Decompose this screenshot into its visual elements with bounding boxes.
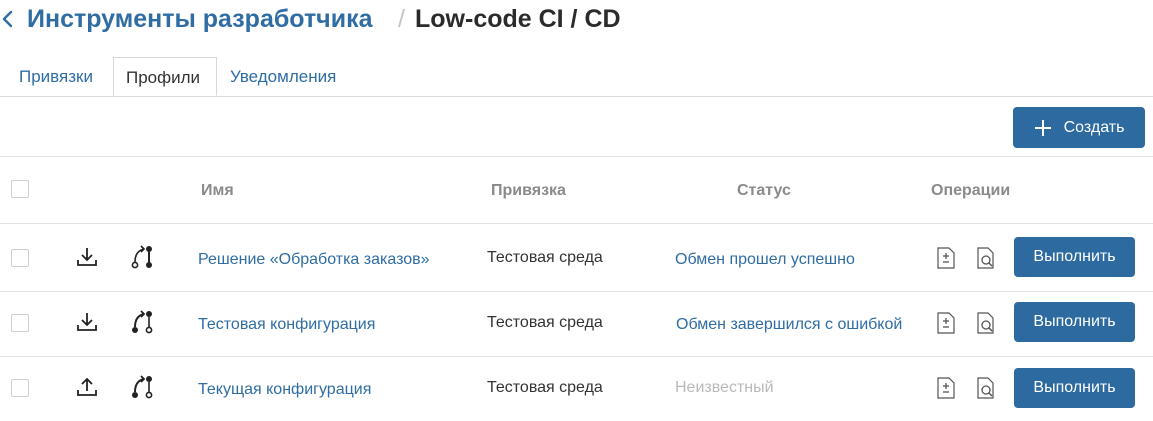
diff-file-icon[interactable] (936, 377, 956, 399)
run-button[interactable]: Выполнить (1014, 302, 1135, 342)
row-divider (0, 356, 1153, 357)
column-header-status[interactable]: Статус (737, 181, 791, 201)
row-checkbox[interactable] (11, 314, 29, 332)
plus-icon (1034, 119, 1051, 136)
profile-binding: Тестовая среда (487, 249, 603, 266)
profile-binding: Тестовая среда (487, 379, 603, 396)
header-divider (0, 223, 1153, 224)
run-button[interactable]: Выполнить (1014, 368, 1135, 408)
profile-status: Обмен завершился с ошибкой (676, 316, 903, 333)
row-checkbox[interactable] (11, 379, 29, 397)
download-icon (77, 313, 97, 331)
breadcrumb-parent[interactable]: Инструменты разработчика (27, 4, 372, 34)
profile-binding: Тестовая среда (487, 314, 603, 331)
branch-icon (132, 310, 153, 334)
tabs-divider (0, 96, 1153, 97)
profile-status: Обмен прошел успешно (675, 251, 855, 268)
upload-icon (77, 377, 97, 396)
file-search-icon[interactable] (976, 247, 996, 269)
tab-bindings[interactable]: Привязки (19, 57, 93, 96)
tab-profiles[interactable]: Профили (113, 57, 217, 96)
column-header-name[interactable]: Имя (201, 181, 234, 201)
tab-notifications[interactable]: Уведомления (230, 57, 336, 96)
diff-file-icon[interactable] (936, 312, 956, 334)
file-search-icon[interactable] (976, 312, 996, 334)
breadcrumb-separator: / (398, 5, 405, 33)
column-header-binding[interactable]: Привязка (491, 181, 566, 201)
row-divider (0, 291, 1153, 292)
branch-icon (131, 245, 152, 269)
diff-file-icon[interactable] (936, 247, 956, 269)
download-icon (77, 248, 97, 266)
branch-icon (132, 375, 153, 399)
profile-name-link[interactable]: Текущая конфигурация (198, 380, 371, 400)
column-header-operations: Операции (931, 182, 1011, 199)
back-arrow-icon[interactable] (0, 8, 16, 30)
row-checkbox[interactable] (11, 249, 29, 267)
file-search-icon[interactable] (976, 377, 996, 399)
profile-name-link[interactable]: Решение «Обработка заказов» (198, 250, 430, 270)
table-top-divider (0, 156, 1153, 157)
run-button[interactable]: Выполнить (1014, 237, 1135, 277)
profile-status: Неизвестный (675, 379, 774, 396)
select-all-checkbox[interactable] (11, 180, 29, 198)
page-title: Low-code CI / CD (415, 5, 621, 33)
create-button[interactable]: Создать (1013, 107, 1145, 148)
profile-name-link[interactable]: Тестовая конфигурация (198, 315, 375, 335)
create-button-label: Создать (1063, 118, 1125, 136)
